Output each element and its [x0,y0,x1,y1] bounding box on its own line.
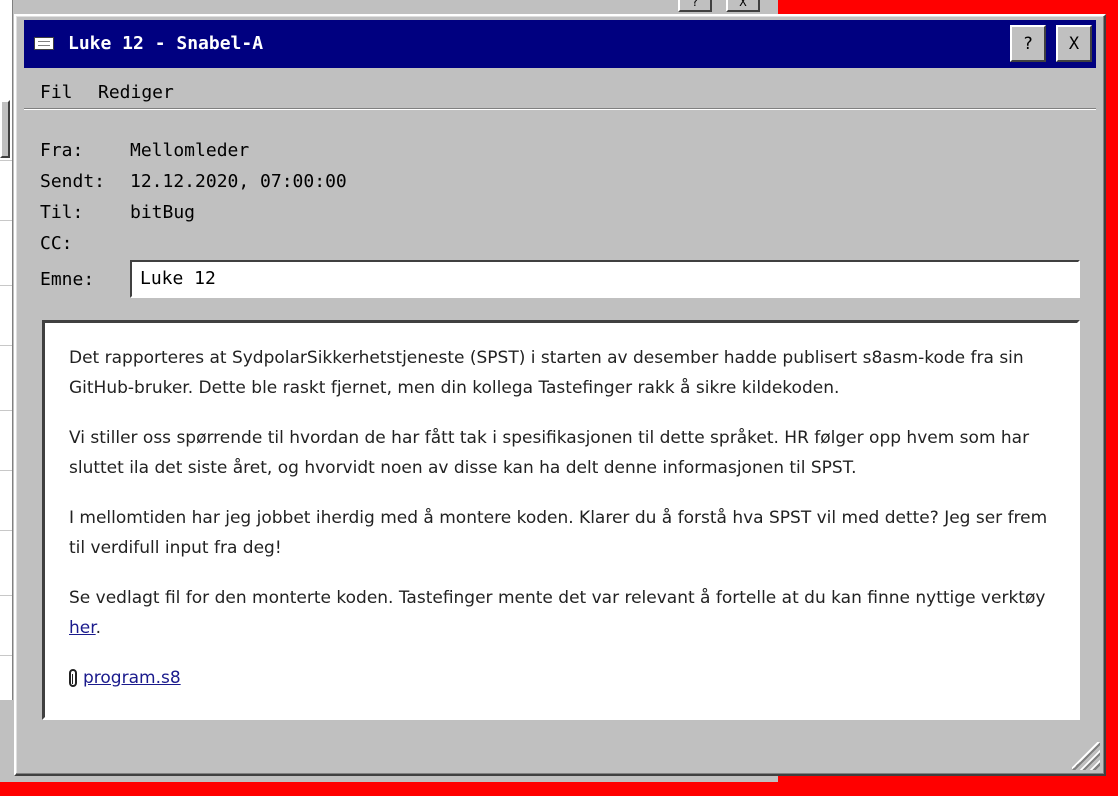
from-label: Fra: [40,140,84,161]
background-window-button[interactable] [0,100,10,158]
window-title: Luke 12 - Snabel-A [68,33,264,54]
cc-label: CC: [40,233,73,254]
to-value: bitBug [130,202,196,223]
attachment[interactable]: program.s8 [69,663,1057,693]
body-paragraph-3: I mellomtiden har jeg jobbet iherdig med… [69,508,1048,558]
background-close-button[interactable]: X [726,0,760,12]
resize-grip-icon[interactable] [1072,742,1100,770]
body-paragraph-1: Det rapporteres at SydpolarSikkerhetstje… [69,348,1024,398]
to-label: Til: [40,202,84,223]
sent-label: Sendt: [40,171,106,192]
paperclip-icon [69,669,77,687]
help-button[interactable]: ? [1010,25,1046,62]
menu-rediger[interactable]: Rediger [98,82,174,103]
close-button[interactable]: X [1056,25,1092,62]
sent-value: 12.12.2020, 07:00:00 [130,171,347,192]
subject-label: Emne: [40,269,95,290]
title-bar[interactable]: Luke 12 - Snabel-A ? X [24,20,1096,68]
message-body: Det rapporteres at SydpolarSikkerhetstje… [42,320,1080,720]
background-help-button[interactable]: ? [678,0,712,12]
tools-link[interactable]: her [69,618,96,638]
mail-window: Luke 12 - Snabel-A ? X Fil Rediger Fra: … [14,14,1106,776]
body-paragraph-2: Vi stiller oss spørrende til hvordan de … [69,428,1030,478]
body-paragraph-4-text: Se vedlagt fil for den monterte koden. T… [69,588,1046,608]
body-paragraph-4: Se vedlagt fil for den monterte koden. T… [69,583,1057,643]
body-paragraph-4-end: . [95,618,102,638]
envelope-icon [34,37,54,50]
from-value: Mellomleder [130,140,250,161]
attachment-link[interactable]: program.s8 [83,663,181,693]
menu-fil[interactable]: Fil [40,82,73,103]
menu-bar: Fil Rediger [24,76,1096,109]
subject-field[interactable]: Luke 12 [130,260,1080,298]
